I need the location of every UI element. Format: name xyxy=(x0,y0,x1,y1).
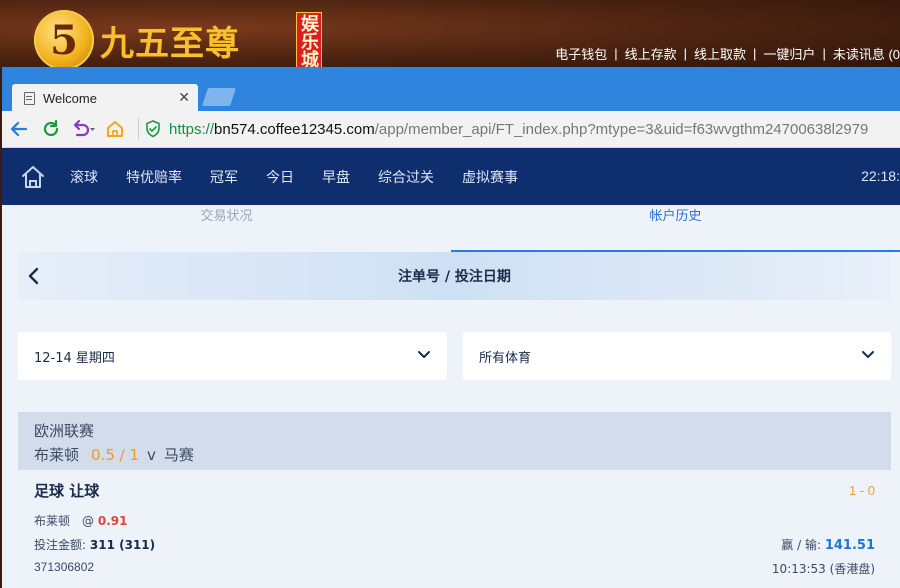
ticket-number: 371306802 xyxy=(34,560,95,574)
page-icon xyxy=(24,91,35,105)
toolbar-divider xyxy=(138,118,139,140)
browser-window: Welcome ✕ https://bn574.coffee12345.com/… xyxy=(2,67,900,588)
link-withdraw[interactable]: 线上取款 xyxy=(694,44,746,63)
handicap: 0.5 / 1 xyxy=(91,446,140,464)
nav-item-parlay[interactable]: 综合过关 xyxy=(378,167,434,187)
undo-icon xyxy=(73,119,95,137)
bet-detail: 足球 让球 1 - 0 布莱顿 @ 0.91 投注金额: 311 (311) 赢 … xyxy=(18,470,891,588)
page-title: 注单号 / 投注日期 xyxy=(398,269,511,285)
stake: 投注金额: 311 (311) xyxy=(34,536,155,553)
browser-toolbar: https://bn574.coffee12345.com/app/member… xyxy=(2,111,900,148)
url-scheme: https:// xyxy=(169,120,215,138)
close-icon[interactable]: ✕ xyxy=(178,89,190,106)
bet-time: 10:13:53 (香港盘) xyxy=(771,562,875,576)
win-lose-label: 赢 / 输: xyxy=(781,538,821,552)
stake-label: 投注金额: xyxy=(34,538,87,552)
logo-mark: 5 xyxy=(34,10,94,70)
link-deposit[interactable]: 线上存款 xyxy=(625,44,677,63)
nav-item-live[interactable]: 滚球 xyxy=(70,167,98,187)
url-path: /app/member_api/FT_index.php?mtype=3&uid… xyxy=(374,120,869,138)
address-bar[interactable]: https://bn574.coffee12345.com/app/member… xyxy=(169,121,868,138)
link-separator: | xyxy=(753,46,757,61)
win-lose-value: 141.51 xyxy=(824,538,875,553)
url-host: bn574.coffee12345.com xyxy=(214,120,375,138)
at-sign: @ xyxy=(82,514,95,528)
date-select-value: 12-14 星期四 xyxy=(34,350,115,366)
bet-selection: 布莱顿 @ 0.91 xyxy=(34,512,127,529)
date-select[interactable]: 12-14 星期四 xyxy=(18,332,447,380)
account-links: 电子钱包 | 线上存款 | 线上取款 | 一键归户 | 未读讯息 (0 xyxy=(555,44,900,63)
link-wallet[interactable]: 电子钱包 xyxy=(555,44,607,63)
league-name: 欧洲联赛 xyxy=(34,422,95,440)
league-header: 欧洲联赛 布莱顿 0.5 / 1 v 马赛 xyxy=(18,412,891,470)
back-button[interactable] xyxy=(4,114,34,144)
clock: 22:18: xyxy=(861,168,900,184)
refresh-icon xyxy=(43,119,59,137)
nav-item-virtual[interactable]: 虚拟赛事 xyxy=(462,167,518,187)
sub-tabs: 交易状况 帐户历史 xyxy=(2,205,900,252)
win-lose: 赢 / 输: 141.51 xyxy=(781,536,875,553)
link-separator: | xyxy=(614,46,618,61)
odds-value: 0.91 xyxy=(97,514,128,528)
link-separator: | xyxy=(683,46,688,61)
home-button[interactable] xyxy=(100,114,130,144)
tab-strip: Welcome ✕ xyxy=(2,67,900,112)
brand-tag: 娱乐城 xyxy=(296,12,322,70)
nav-item-special-odds[interactable]: 特优赔率 xyxy=(126,167,182,187)
brand-name: 九五至尊 xyxy=(100,23,240,64)
site-nav: 滚球 特优赔率 冠军 今日 早盘 综合过关 虚拟赛事 22:18: xyxy=(2,148,900,205)
link-consolidate[interactable]: 一键归户 xyxy=(763,44,815,63)
matchup: 布莱顿 0.5 / 1 v 马赛 xyxy=(34,444,891,465)
arrow-left-icon xyxy=(10,121,28,137)
chevron-down-icon xyxy=(418,351,430,358)
page-title-bar: 注单号 / 投注日期 xyxy=(18,252,891,300)
tab-account-history[interactable]: 帐户历史 xyxy=(451,205,900,252)
tab-title: Welcome xyxy=(43,90,97,106)
secure-shield-icon xyxy=(146,120,160,138)
home-icon[interactable] xyxy=(20,164,46,190)
new-tab-button[interactable] xyxy=(202,88,236,106)
stake-value: 311 (311) xyxy=(89,538,156,552)
nav-item-outright[interactable]: 冠军 xyxy=(210,167,238,187)
undo-button[interactable] xyxy=(68,114,98,144)
sport-select-value: 所有体育 xyxy=(479,350,532,366)
versus: v xyxy=(147,446,156,464)
site-banner: 5 九五至尊 娱乐城 电子钱包 | 线上存款 | 线上取款 | 一键归户 | 未… xyxy=(0,0,900,70)
chevron-down-icon xyxy=(862,351,874,358)
nav-item-today[interactable]: 今日 xyxy=(266,167,294,187)
browser-tab-welcome[interactable]: Welcome ✕ xyxy=(12,84,198,112)
home-icon xyxy=(107,121,123,137)
selection-team: 布莱顿 xyxy=(34,514,71,528)
link-messages[interactable]: 未读讯息 (0 xyxy=(833,44,900,63)
link-separator: | xyxy=(822,46,826,61)
refresh-button[interactable] xyxy=(36,114,66,144)
tab-transactions[interactable]: 交易状况 xyxy=(2,205,451,252)
score: 1 - 0 xyxy=(848,483,875,498)
sport-select[interactable]: 所有体育 xyxy=(463,332,891,380)
nav-item-early[interactable]: 早盘 xyxy=(322,167,350,187)
away-team: 马赛 xyxy=(163,446,194,464)
home-team: 布莱顿 xyxy=(34,446,80,464)
bet-type: 足球 让球 xyxy=(34,482,100,500)
site-logo[interactable]: 5 九五至尊 xyxy=(34,10,240,70)
